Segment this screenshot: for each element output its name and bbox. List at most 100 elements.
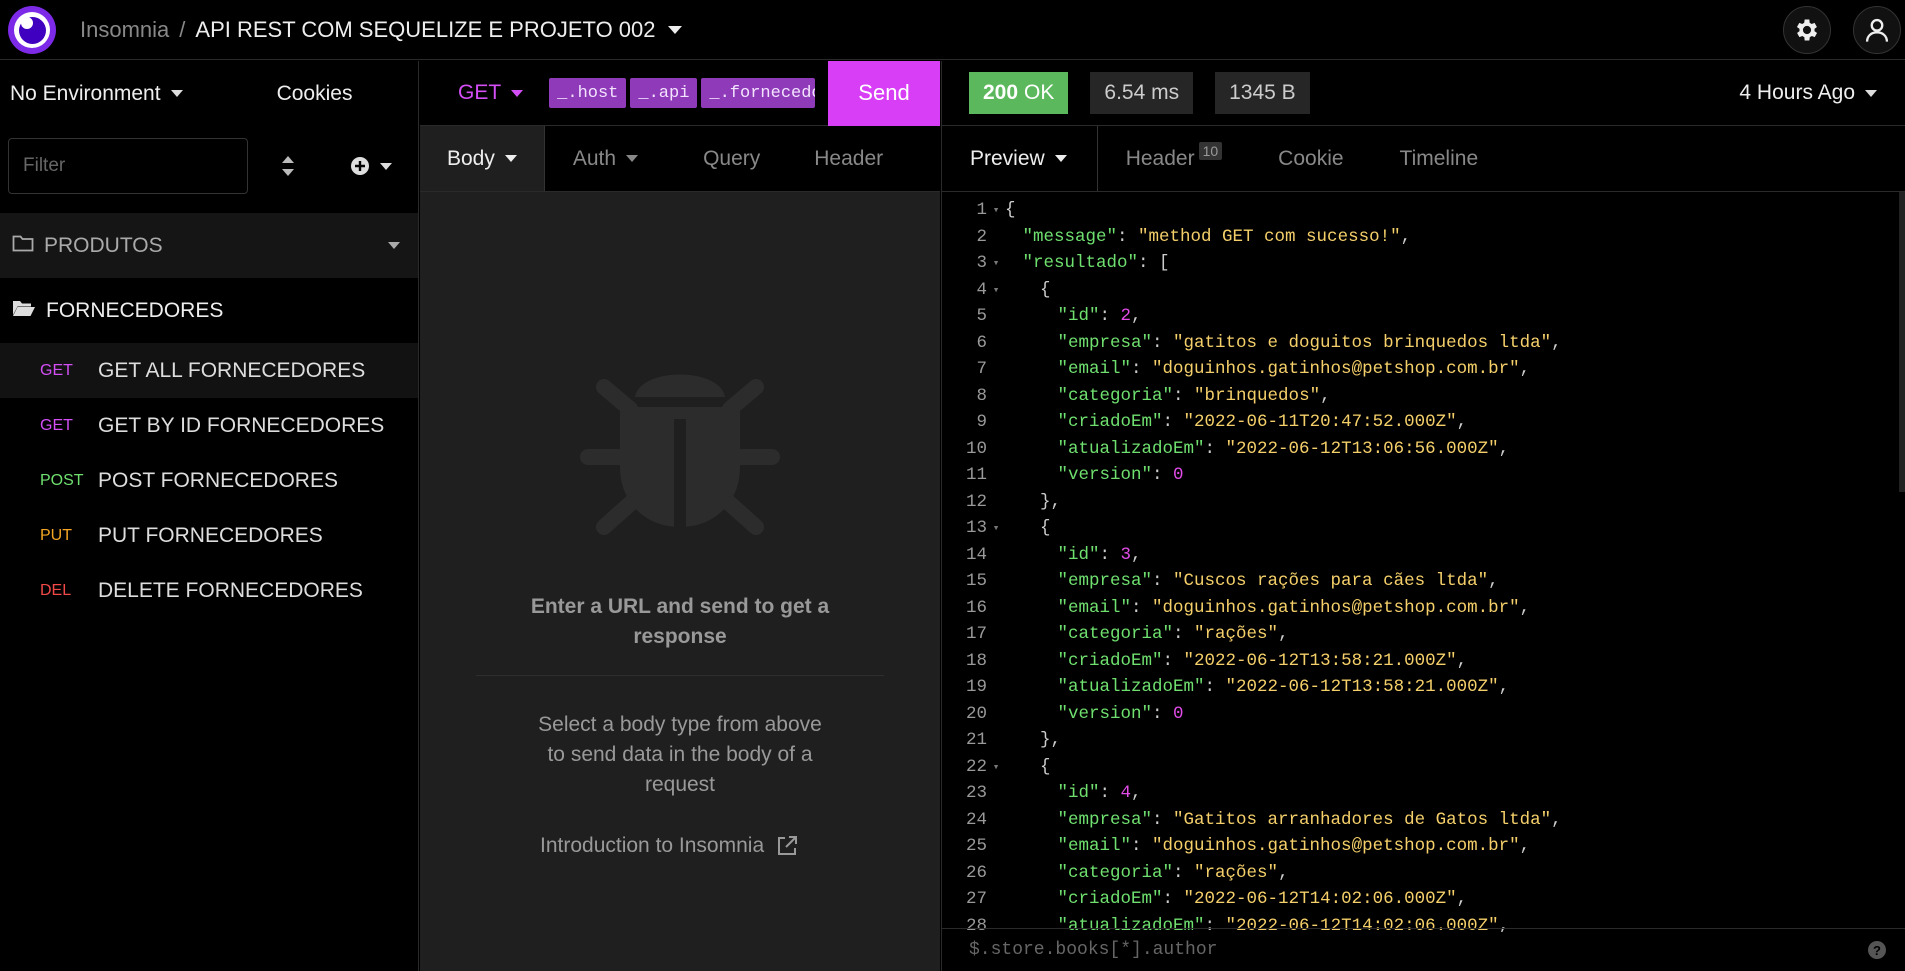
json-punctuation: : [1162, 650, 1184, 671]
request-list: GET GET ALL FORNECEDORES GET GET BY ID FORN… [0, 343, 418, 618]
code-line: 27 "criadoEm": "2022-06-12T14:02:06.000Z"… [942, 886, 1892, 913]
line-number: 19 [965, 677, 987, 698]
line-number: 18 [965, 650, 987, 671]
sort-icon[interactable] [278, 152, 298, 180]
tab-response-header[interactable]: Header 10 [1098, 126, 1250, 191]
scrollbar[interactable] [1899, 192, 1905, 492]
settings-gear-icon[interactable] [1783, 6, 1831, 54]
fold-arrow-icon[interactable]: ▾ [987, 256, 1005, 270]
breadcrumb-project[interactable]: API REST COM SEQUELIZE E PROJETO 002 [195, 17, 655, 43]
intro-link-label: Introduction to Insomnia [540, 834, 765, 857]
json-key: "atualizadoEm" [1057, 438, 1205, 459]
json-key: "criadoEm" [1057, 412, 1163, 433]
send-button[interactable]: Send [828, 60, 940, 126]
json-punctuation: : [1131, 597, 1153, 618]
url-variable-tag[interactable]: _.host [549, 78, 627, 108]
fold-arrow-icon[interactable]: ▾ [987, 760, 1005, 774]
response-pane: 200 OK 6.54 ms 1345 B 4 Hours Ago Previe… [941, 61, 1905, 971]
code-text: }, [1005, 492, 1061, 512]
tab-body[interactable]: Body [420, 126, 545, 191]
json-punctuation: { [1005, 200, 1016, 221]
sidebar-filter-input[interactable] [8, 138, 248, 194]
sidebar-request-item[interactable]: DEL DELETE FORNECEDORES [0, 563, 418, 618]
json-punctuation: , [1131, 544, 1142, 565]
json-punctuation: , [1519, 359, 1531, 380]
folder-produtos[interactable]: PRODUTOS [0, 213, 418, 278]
json-punctuation: : [1152, 571, 1174, 592]
environment-dropdown[interactable]: No Environment [10, 82, 183, 106]
folder-fornecedores[interactable]: FORNECEDORES [0, 278, 418, 343]
tab-query[interactable]: Query [676, 126, 787, 191]
json-string: "2022-06-12T14:02:06.000Z" [1183, 889, 1457, 910]
chevron-down-icon[interactable] [388, 242, 400, 249]
code-line: 24 "empresa": "Gatitos arranhadores de Ga… [942, 807, 1892, 834]
code-text: "atualizadoEm": "2022-06-12T13:06:56.000… [1005, 438, 1510, 459]
fold-arrow-icon[interactable]: ▾ [987, 203, 1005, 217]
chevron-down-icon [626, 155, 639, 162]
code-line: 12}, [942, 489, 1892, 516]
response-status-bar: 200 OK 6.54 ms 1345 B 4 Hours Ago [942, 61, 1905, 126]
code-text: "email": "doguinhos.gatinhos@petshop.com… [1005, 836, 1531, 856]
code-line: 25 "email": "doguinhos.gatinhos@petshop.c… [942, 833, 1892, 860]
cookies-button[interactable]: Cookies [277, 82, 353, 106]
tab-cookie[interactable]: Cookie [1250, 126, 1371, 191]
add-item-button[interactable] [350, 156, 392, 176]
url-variable-tag[interactable]: _.api [630, 78, 698, 108]
url-input[interactable]: _.host _.api _.fornecedo [549, 78, 819, 108]
tab-timeline[interactable]: Timeline [1372, 126, 1507, 191]
tab-label: Cookie [1278, 146, 1344, 170]
tab-label: Header [814, 146, 884, 170]
code-text: "id": 4, [1005, 783, 1142, 803]
json-key: "criadoEm" [1057, 889, 1163, 910]
sidebar-request-item[interactable]: GET GET ALL FORNECEDORES [0, 343, 418, 398]
json-key: "email" [1057, 359, 1132, 380]
code-text: "empresa": "gatitos e doguitos brinquedo… [1005, 333, 1562, 353]
response-tabs: Preview Header 10 Cookie Timeline [942, 126, 1905, 192]
json-viewer[interactable]: 1 ▾{2 "message": "method GET com sucesso!"… [942, 197, 1892, 932]
json-punctuation: : [1117, 226, 1139, 247]
line-number: 4 [976, 279, 987, 300]
tab-preview[interactable]: Preview [942, 126, 1098, 191]
tab-header[interactable]: Header [787, 126, 910, 191]
intro-link[interactable]: Introduction to Insomnia [540, 834, 798, 858]
empty-hint: Select a body type from above to send da… [538, 713, 822, 796]
json-key: "email" [1057, 597, 1132, 618]
help-icon[interactable]: ? [1868, 941, 1886, 959]
line-number: 1 [976, 200, 987, 221]
divider [476, 675, 884, 676]
json-punctuation: : [1099, 783, 1121, 804]
code-text: "message": "method GET com sucesso!", [1005, 226, 1412, 247]
sidebar-request-item[interactable]: PUT PUT FORNECEDORES [0, 508, 418, 563]
json-number: 0 [1173, 703, 1184, 724]
json-string: "method GET com sucesso!" [1138, 226, 1401, 247]
chevron-down-icon [380, 162, 392, 170]
line-number: 8 [976, 385, 987, 406]
tab-label: Auth [572, 146, 617, 170]
json-punctuation: : [1204, 438, 1226, 459]
fold-arrow-icon[interactable]: ▾ [987, 521, 1005, 535]
response-filter-bar: ? [942, 928, 1905, 971]
tab-auth[interactable]: Auth [545, 126, 676, 191]
sidebar-request-item[interactable]: POST POST FORNECEDORES [0, 453, 418, 508]
sidebar-request-item[interactable]: GET GET BY ID FORNECEDORES [0, 398, 418, 453]
json-key: "resultado" [1022, 253, 1139, 274]
response-filter-input[interactable] [969, 940, 1569, 960]
bug-icon [580, 374, 780, 535]
status-code: 200 [983, 81, 1019, 104]
response-time-badge: 6.54 ms [1090, 72, 1194, 114]
breadcrumb-app[interactable]: Insomnia [80, 17, 169, 43]
code-line: 11 "version": 0 [942, 462, 1892, 489]
json-punctuation: , [1519, 597, 1531, 618]
history-dropdown[interactable]: 4 Hours Ago [1739, 81, 1877, 105]
fold-arrow-icon[interactable]: ▾ [987, 283, 1005, 297]
url-variable-tag[interactable]: _.fornecedo [701, 78, 816, 108]
project-dropdown-icon[interactable] [667, 25, 682, 34]
code-line: 22 ▾ { [942, 754, 1892, 781]
account-user-icon[interactable] [1853, 6, 1901, 54]
insomnia-logo-icon[interactable] [8, 5, 56, 54]
line-number: 17 [965, 624, 987, 645]
method-dropdown[interactable]: GET [458, 81, 524, 105]
code-line: 23 "id": 4, [942, 780, 1892, 807]
line-number: 6 [976, 332, 987, 353]
code-line: 16 "email": "doguinhos.gatinhos@petshop.c… [942, 595, 1892, 622]
